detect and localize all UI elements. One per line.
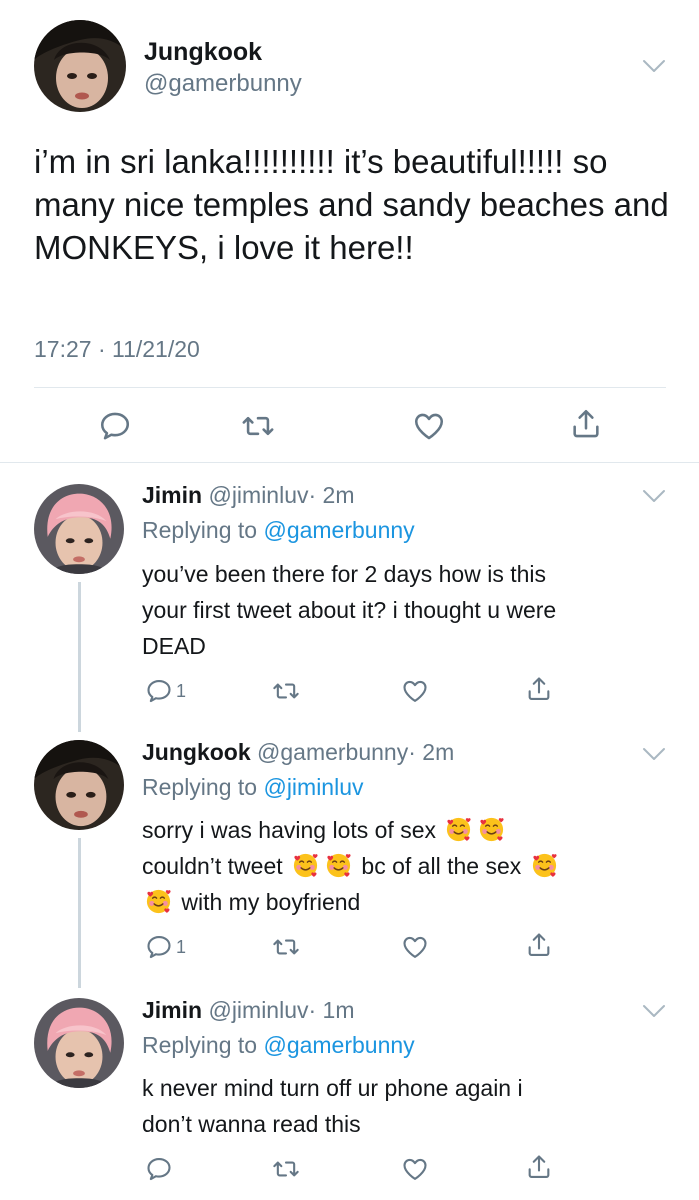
divider	[34, 387, 666, 388]
chevron-down-icon[interactable]	[641, 746, 667, 762]
reply-2-text-line: sorry i was having lots of sex	[142, 812, 672, 848]
retweet-icon	[272, 1155, 300, 1183]
reply-1-time: · 2m	[308, 482, 355, 508]
smiling-face-with-hearts-emoji	[477, 815, 506, 844]
text-segment: with my boyfriend	[181, 889, 361, 915]
retweet-button[interactable]	[241, 409, 275, 443]
share-icon	[569, 407, 603, 441]
smiling-face-with-hearts-emoji	[324, 851, 353, 880]
chevron-down-icon[interactable]	[641, 58, 667, 74]
thread-line	[78, 838, 81, 988]
main-tweet-text: i’m in sri lanka!!!!!!!!!! it’s beautifu…	[34, 143, 669, 266]
reply-1-text-line: you’ve been there for 2 days how is this	[142, 561, 547, 587]
reply-3-header: Jimin @jiminluv· 1m	[142, 997, 355, 1024]
share-icon	[525, 1153, 553, 1181]
retweet-button[interactable]	[272, 677, 300, 705]
text-segment: sorry i was having lots of sex	[142, 817, 437, 843]
share-button[interactable]	[525, 675, 553, 703]
share-icon	[525, 931, 553, 959]
like-icon	[412, 409, 446, 443]
reply-2-text-line: couldn’t tweet bc of all the sex	[142, 848, 672, 884]
replying-to-link[interactable]: @gamerbunny	[263, 1032, 414, 1058]
reply-1-text-line: your first tweet about it? i thought u w…	[142, 597, 557, 623]
like-button[interactable]	[401, 1155, 429, 1183]
reply-button[interactable]: 1	[145, 677, 186, 705]
reply-1-author-handle[interactable]: @jiminluv	[208, 482, 308, 508]
divider	[0, 462, 699, 463]
like-button[interactable]	[412, 409, 446, 443]
chevron-down-icon[interactable]	[641, 488, 667, 504]
reply-2-text-line: with my boyfriend	[142, 884, 672, 920]
share-button[interactable]	[525, 931, 553, 959]
reply-3-text-line: k never mind turn off ur phone again i	[142, 1075, 523, 1101]
reply-count: 1	[176, 680, 187, 701]
smiling-face-with-hearts-emoji	[444, 815, 473, 844]
reply-icon	[145, 933, 173, 961]
reply-count: 1	[176, 936, 187, 957]
reply-2-text: sorry i was having lots of sex couldn’t …	[142, 812, 672, 920]
replying-to-label: Replying to	[142, 774, 258, 800]
reply-icon	[145, 1155, 173, 1183]
reply-2-avatar[interactable]	[34, 740, 124, 830]
chevron-down-icon[interactable]	[641, 1003, 667, 1019]
smiling-face-with-hearts-emoji	[530, 851, 559, 880]
main-tweet-author-name[interactable]: Jungkook	[144, 38, 262, 67]
like-icon	[401, 933, 429, 961]
like-icon	[401, 1155, 429, 1183]
reply-1-author-name[interactable]: Jimin	[142, 482, 202, 508]
thread-line	[78, 582, 81, 732]
reply-3-author-handle[interactable]: @jiminluv	[208, 997, 308, 1023]
retweet-button[interactable]	[272, 933, 300, 961]
smiling-face-with-hearts-emoji	[291, 851, 320, 880]
reply-1-text-line: DEAD	[142, 633, 206, 659]
retweet-icon	[241, 409, 275, 443]
reply-1-replying-to: Replying to @gamerbunny	[142, 517, 415, 544]
share-icon	[525, 675, 553, 703]
retweet-icon	[272, 933, 300, 961]
reply-3-replying-to: Replying to @gamerbunny	[142, 1032, 415, 1059]
retweet-icon	[272, 677, 300, 705]
replying-to-link[interactable]: @gamerbunny	[263, 517, 414, 543]
main-tweet-avatar[interactable]	[34, 20, 126, 112]
reply-button[interactable]	[98, 409, 132, 443]
replying-to-link[interactable]: @jiminluv	[263, 774, 363, 800]
reply-1-avatar[interactable]	[34, 484, 124, 574]
retweet-button[interactable]	[272, 1155, 300, 1183]
reply-2-header: Jungkook @gamerbunny· 2m	[142, 739, 454, 766]
reply-2-replying-to: Replying to @jiminluv	[142, 774, 364, 801]
replying-to-label: Replying to	[142, 1032, 258, 1058]
reply-button[interactable]	[145, 1155, 176, 1183]
smiling-face-with-hearts-emoji	[144, 887, 173, 916]
like-button[interactable]	[401, 677, 429, 705]
reply-3-text: k never mind turn off ur phone again i d…	[142, 1070, 672, 1142]
reply-3-time: · 1m	[308, 997, 355, 1023]
reply-button[interactable]: 1	[145, 933, 186, 961]
reply-2-author-name[interactable]: Jungkook	[142, 739, 251, 765]
reply-2-author-handle[interactable]: @gamerbunny	[257, 739, 408, 765]
share-button[interactable]	[569, 407, 603, 441]
like-button[interactable]	[401, 933, 429, 961]
reply-icon	[98, 409, 132, 443]
share-button[interactable]	[525, 1153, 553, 1181]
reply-icon	[145, 677, 173, 705]
replying-to-label: Replying to	[142, 517, 258, 543]
reply-1-text: you’ve been there for 2 days how is this…	[142, 556, 672, 664]
reply-2-time: · 2m	[408, 739, 455, 765]
text-segment: bc of all the sex	[361, 853, 522, 879]
reply-3-avatar[interactable]	[34, 998, 124, 1088]
main-tweet-author-handle[interactable]: @gamerbunny	[144, 70, 302, 98]
text-segment: couldn’t tweet	[142, 853, 283, 879]
main-tweet-timestamp: 17:27 · 11/21/20	[34, 336, 200, 362]
reply-3-text-line: don’t wanna read this	[142, 1111, 361, 1137]
like-icon	[401, 677, 429, 705]
reply-3-author-name[interactable]: Jimin	[142, 997, 202, 1023]
reply-1-header: Jimin @jiminluv· 2m	[142, 482, 355, 509]
